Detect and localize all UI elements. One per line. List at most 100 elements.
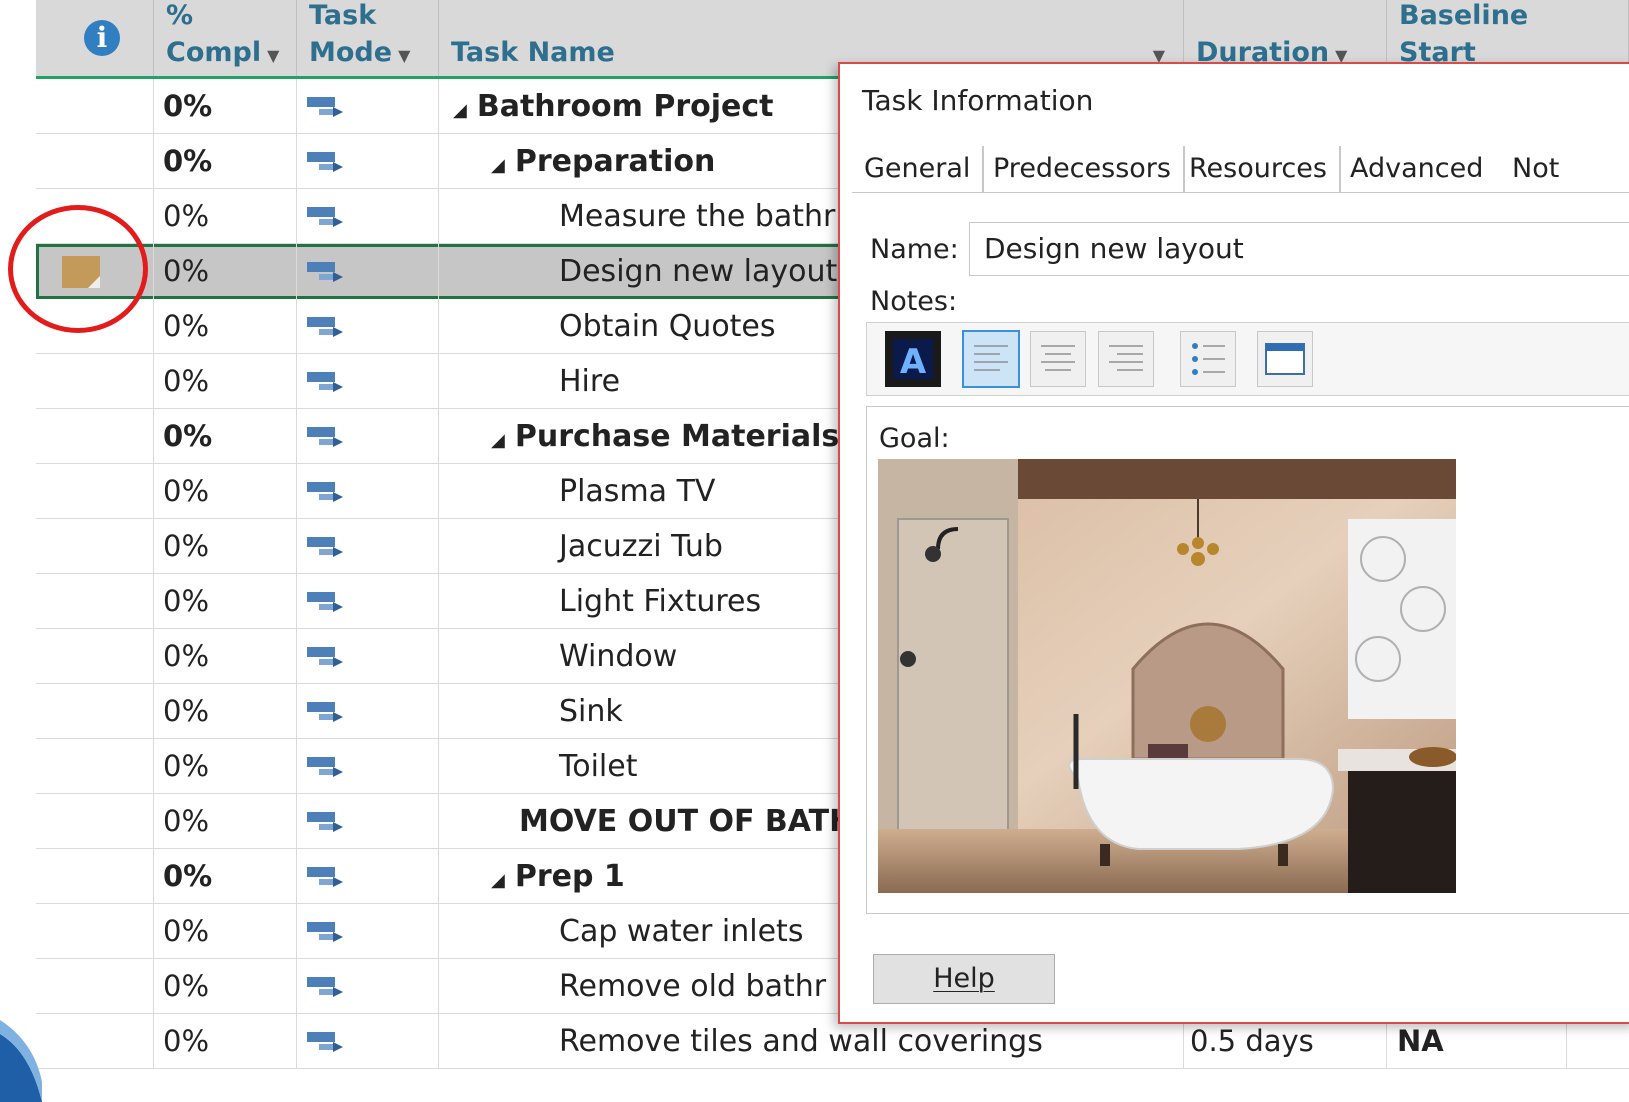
percent-complete-cell[interactable]: 0%	[154, 299, 297, 354]
percent-complete-cell[interactable]: 0%	[154, 134, 297, 189]
task-mode-cell[interactable]	[297, 519, 439, 574]
percent-complete-cell[interactable]: 0%	[154, 794, 297, 849]
indicator-cell[interactable]	[36, 574, 154, 629]
percent-complete-cell[interactable]: 0%	[154, 519, 297, 574]
decorative-corner-shape	[0, 1020, 42, 1102]
percent-complete-cell[interactable]: 0%	[154, 959, 297, 1014]
indicator-cell[interactable]	[36, 409, 154, 464]
indicator-cell[interactable]	[36, 354, 154, 409]
percent-complete-cell[interactable]: 0%	[154, 464, 297, 519]
indicator-cell[interactable]	[36, 849, 154, 904]
task-mode-cell[interactable]	[297, 629, 439, 684]
task-name-text: Purchase Materials	[514, 419, 840, 454]
percent-complete-cell[interactable]: 0%	[154, 1014, 297, 1069]
percent-complete-cell[interactable]: 0%	[154, 684, 297, 739]
percent-complete-cell[interactable]: 0%	[154, 189, 297, 244]
task-name-text: Measure the bathr	[559, 199, 836, 234]
task-name-text: Design new layout	[559, 254, 838, 289]
task-mode-cell[interactable]	[297, 244, 439, 299]
task-mode-cell[interactable]	[297, 739, 439, 794]
font-button[interactable]: A	[885, 331, 941, 387]
auto-scheduled-task-icon	[307, 1032, 343, 1052]
tab-general[interactable]: General	[852, 146, 985, 192]
header-text: Task	[309, 0, 377, 31]
help-button[interactable]: Help	[873, 954, 1055, 1004]
insert-object-button[interactable]	[1257, 331, 1313, 387]
task-name-text: Toilet	[559, 749, 638, 784]
percent-complete-cell[interactable]: 0%	[154, 574, 297, 629]
bullets-button[interactable]	[1180, 331, 1236, 387]
task-mode-cell[interactable]	[297, 79, 439, 134]
indicator-cell[interactable]	[36, 684, 154, 739]
indicator-cell[interactable]	[36, 464, 154, 519]
header-text: %	[166, 0, 194, 31]
auto-scheduled-task-icon	[307, 812, 343, 832]
svg-text:A: A	[900, 342, 927, 382]
task-mode-cell[interactable]	[297, 299, 439, 354]
align-right-button[interactable]	[1098, 331, 1154, 387]
indicator-cell[interactable]	[36, 1014, 154, 1069]
task-name-text: MOVE OUT OF BATHI	[519, 804, 866, 839]
indicator-cell[interactable]	[36, 519, 154, 574]
notes-text: Goal:	[879, 423, 950, 454]
percent-complete-cell[interactable]: 0%	[154, 849, 297, 904]
help-label: Help	[933, 963, 995, 994]
percent-complete-cell[interactable]: 0%	[154, 629, 297, 684]
indicator-cell[interactable]	[36, 739, 154, 794]
auto-scheduled-task-icon	[307, 977, 343, 997]
tab-predecessors[interactable]: Predecessors	[981, 146, 1185, 192]
percent-complete-cell[interactable]: 0%	[154, 79, 297, 134]
task-name-input[interactable]: Design new layout	[969, 222, 1629, 276]
indicator-cell[interactable]	[36, 794, 154, 849]
indicator-cell[interactable]	[36, 904, 154, 959]
dropdown-arrow-icon[interactable]: ▼	[267, 46, 279, 65]
indicator-cell[interactable]	[36, 79, 154, 134]
align-center-button[interactable]	[1030, 331, 1086, 387]
task-mode-cell[interactable]	[297, 794, 439, 849]
percent-complete-cell[interactable]: 0%	[154, 739, 297, 794]
task-mode-cell[interactable]	[297, 464, 439, 519]
task-mode-cell[interactable]	[297, 189, 439, 244]
task-mode-cell[interactable]	[297, 684, 439, 739]
task-name-text: Bathroom Project	[476, 89, 774, 124]
collapse-triangle-icon[interactable]: ◢	[453, 100, 467, 121]
collapse-triangle-icon[interactable]: ◢	[491, 155, 505, 176]
notes-toolbar: A	[866, 322, 1629, 396]
indicator-cell[interactable]	[36, 629, 154, 684]
auto-scheduled-task-icon	[307, 207, 343, 227]
auto-scheduled-task-icon	[307, 427, 343, 447]
percent-complete-cell[interactable]: 0%	[154, 354, 297, 409]
percent-complete-cell[interactable]: 0%	[154, 244, 297, 299]
task-mode-cell[interactable]	[297, 849, 439, 904]
tab-resources[interactable]: Resources	[1177, 146, 1341, 192]
task-name-text: Hire	[559, 364, 621, 399]
project-sheet: i % Compl ▼ Task Mode ▼ Task Name ▼ Durati…	[0, 0, 1629, 1102]
indicator-cell[interactable]	[36, 134, 154, 189]
dropdown-arrow-icon[interactable]: ▼	[398, 46, 410, 65]
collapse-triangle-icon[interactable]: ◢	[491, 430, 505, 451]
percent-complete-cell[interactable]: 0%	[154, 409, 297, 464]
task-mode-cell[interactable]	[297, 959, 439, 1014]
tab-advanced[interactable]: Advanced	[1338, 146, 1495, 192]
task-mode-cell[interactable]	[297, 574, 439, 629]
task-mode-cell[interactable]	[297, 134, 439, 189]
task-mode-cell[interactable]	[297, 409, 439, 464]
auto-scheduled-task-icon	[307, 757, 343, 777]
indicator-cell[interactable]	[36, 959, 154, 1014]
task-mode-cell[interactable]	[297, 1014, 439, 1069]
tab-notes[interactable]: Not	[1500, 146, 1572, 192]
auto-scheduled-task-icon	[307, 537, 343, 557]
header-text: Baseline	[1399, 0, 1529, 31]
auto-scheduled-task-icon	[307, 97, 343, 117]
task-mode-column-header[interactable]: Task Mode ▼	[297, 0, 439, 76]
collapse-triangle-icon[interactable]: ◢	[491, 870, 505, 891]
bulleted-list-icon	[1192, 343, 1225, 375]
notes-area[interactable]: Goal:	[866, 406, 1629, 914]
task-mode-cell[interactable]	[297, 354, 439, 409]
insert-object-icon	[1265, 343, 1305, 375]
indicators-column-header[interactable]: i	[36, 0, 154, 76]
percent-complete-cell[interactable]: 0%	[154, 904, 297, 959]
percent-complete-column-header[interactable]: % Compl ▼	[154, 0, 297, 76]
align-left-button[interactable]	[962, 330, 1020, 388]
task-mode-cell[interactable]	[297, 904, 439, 959]
